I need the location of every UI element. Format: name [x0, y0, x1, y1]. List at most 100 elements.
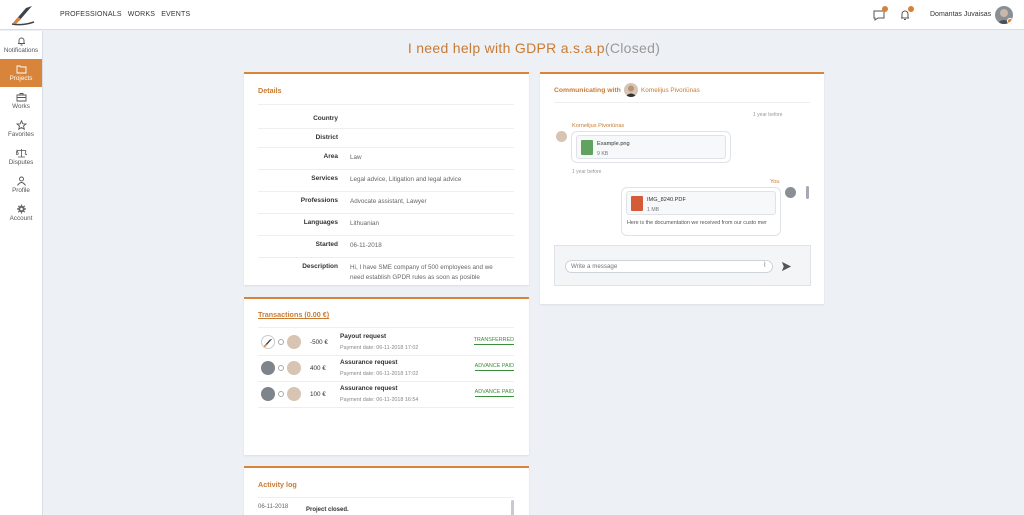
- details-card: Details Country District Area Law Service…: [244, 72, 529, 285]
- detail-value: Hi, I have SME company of 500 employees …: [350, 264, 493, 281]
- top-nav: PROFESSIONALS WORKS EVENTS: [60, 11, 190, 18]
- page-title: I need help with GDPR a.s.a.p(Closed): [44, 40, 1024, 56]
- sidebar-item-label: Profile: [12, 187, 30, 194]
- transaction-amount: 400 €: [310, 365, 326, 372]
- transaction-type: Assurance request: [340, 359, 398, 366]
- folder-icon: [16, 65, 26, 74]
- app-logo[interactable]: [10, 4, 36, 26]
- nav-professionals[interactable]: PROFESSIONALS: [60, 11, 122, 18]
- sidebar-item-profile[interactable]: Profile: [0, 171, 42, 199]
- sidebar-item-works[interactable]: Works: [0, 87, 42, 115]
- sidebar-item-disputes[interactable]: Disputes: [0, 143, 42, 171]
- transaction-date: Payment date: 06-11-2018 16:54: [340, 397, 419, 403]
- transactions-title[interactable]: Transactions (0.00 €): [258, 310, 329, 319]
- transaction-amount: 100 €: [310, 391, 326, 398]
- detail-label: Description: [302, 263, 338, 270]
- sidebar-item-label: Notifications: [3, 47, 39, 54]
- partner-avatar[interactable]: [624, 83, 638, 97]
- sidebar: Notifications Projects Works Favorites D…: [0, 31, 43, 515]
- log-text: Project closed.: [306, 507, 349, 513]
- details-table: Country District Area Law Services Legal a…: [258, 110, 514, 289]
- detail-value: [338, 134, 508, 141]
- paperclip-icon[interactable]: ⌇: [763, 261, 766, 269]
- transaction-row[interactable]: -500 € Payout request Payment date: 06-1…: [258, 330, 514, 356]
- detail-row-professions: Professions Advocate assistant, Lawyer: [258, 192, 514, 214]
- avatar: [261, 361, 275, 375]
- detail-row-started: Started 06-11-2018: [258, 236, 514, 258]
- notifications-bell-icon[interactable]: [898, 6, 914, 22]
- platform-logo-avatar: [261, 335, 275, 349]
- detail-label: Services: [311, 175, 338, 182]
- sidebar-item-projects[interactable]: Projects: [0, 59, 42, 87]
- top-bar: PROFESSIONALS WORKS EVENTS Domantas Juva…: [0, 0, 1024, 30]
- arrow-icon: [278, 391, 284, 397]
- sidebar-item-label: Works: [12, 103, 30, 110]
- log-date: 06-11-2018: [258, 504, 289, 510]
- sidebar-item-favorites[interactable]: Favorites: [0, 115, 42, 143]
- user-avatar[interactable]: [995, 6, 1013, 24]
- file-name: Example.png: [597, 141, 630, 147]
- messages-icon[interactable]: [872, 6, 888, 22]
- log-scrollbar[interactable]: [511, 500, 514, 515]
- sender-avatar: [556, 131, 567, 142]
- transaction-type: Assurance request: [340, 385, 398, 392]
- transactions-card: Transactions (0.00 €) -500 € Payout requ…: [244, 297, 529, 455]
- message-bubble: Example.png 9 KB: [571, 131, 731, 163]
- attachment[interactable]: Example.png 9 KB: [576, 135, 726, 159]
- detail-row-languages: Languages Lithuanian: [258, 214, 514, 236]
- transaction-type: Payout request: [340, 333, 387, 340]
- sidebar-item-label: Favorites: [8, 131, 34, 138]
- briefcase-icon: [16, 93, 26, 102]
- user-name[interactable]: Domantas Juvaisas: [930, 11, 991, 18]
- arrow-icon: [278, 339, 284, 345]
- transaction-status: ADVANCE PAID: [474, 363, 514, 371]
- project-title: I need help with GDPR a.s.a.p: [407, 40, 605, 56]
- scales-icon: [15, 149, 27, 158]
- divider: [554, 102, 810, 103]
- file-size: 9 KB: [597, 151, 609, 157]
- detail-row-services: Services Legal advice, Litigation and leg…: [258, 170, 514, 192]
- detail-label: Started: [315, 241, 338, 248]
- detail-label: Area: [323, 153, 338, 160]
- detail-value: Advocate assistant, Lawyer: [350, 198, 427, 205]
- detail-row-country: Country: [258, 110, 514, 129]
- transaction-status: ADVANCE PAID: [474, 389, 514, 397]
- message-sender: You: [770, 179, 780, 185]
- detail-row-description: Description Hi, I have SME company of 500…: [258, 258, 514, 289]
- sidebar-item-notifications[interactable]: Notifications: [0, 31, 42, 59]
- avatar: [287, 361, 301, 375]
- messages-badge: [882, 6, 888, 12]
- bell-icon: [17, 37, 25, 46]
- transaction-status: TRANSFERRED: [473, 337, 514, 345]
- message-bubble: IMG_8240.PDF 1 MB Here is the documentat…: [621, 187, 781, 236]
- send-icon[interactable]: [781, 259, 792, 277]
- arrow-icon: [278, 365, 284, 371]
- project-status: (Closed): [604, 40, 661, 56]
- detail-value: Lithuanian: [350, 220, 380, 227]
- sidebar-item-account[interactable]: Account: [0, 199, 42, 227]
- transaction-row[interactable]: 400 € Assurance request Payment date: 06…: [258, 356, 514, 382]
- sender-avatar: [785, 187, 796, 198]
- detail-row-area: Area Law: [258, 148, 514, 170]
- message-input[interactable]: [565, 260, 773, 273]
- pdf-file-icon: [631, 196, 643, 211]
- message-time: 1 year before: [572, 169, 602, 175]
- avatar: [287, 335, 301, 349]
- transaction-amount: -500 €: [310, 339, 328, 346]
- attachment[interactable]: IMG_8240.PDF 1 MB: [626, 191, 776, 215]
- detail-value: [338, 115, 508, 122]
- star-icon: [15, 120, 27, 130]
- gear-icon: [16, 204, 26, 214]
- message-text: Here is the documentation we received fr…: [627, 220, 767, 226]
- message-time: 1 year before: [753, 112, 783, 118]
- chat-scrollbar[interactable]: [806, 186, 809, 199]
- nav-works[interactable]: WORKS: [128, 11, 155, 18]
- chat-title: Communicating with: [554, 87, 621, 94]
- transaction-row[interactable]: 100 € Assurance request Payment date: 06…: [258, 382, 514, 408]
- detail-label: Professions: [300, 197, 338, 204]
- transaction-date: Payment date: 06-11-2018 17:02: [340, 371, 419, 377]
- partner-name[interactable]: Kornelijus Pivoriūnas: [641, 87, 700, 94]
- nav-events[interactable]: EVENTS: [161, 11, 190, 18]
- detail-label: Languages: [303, 219, 338, 226]
- sidebar-item-label: Disputes: [8, 159, 34, 166]
